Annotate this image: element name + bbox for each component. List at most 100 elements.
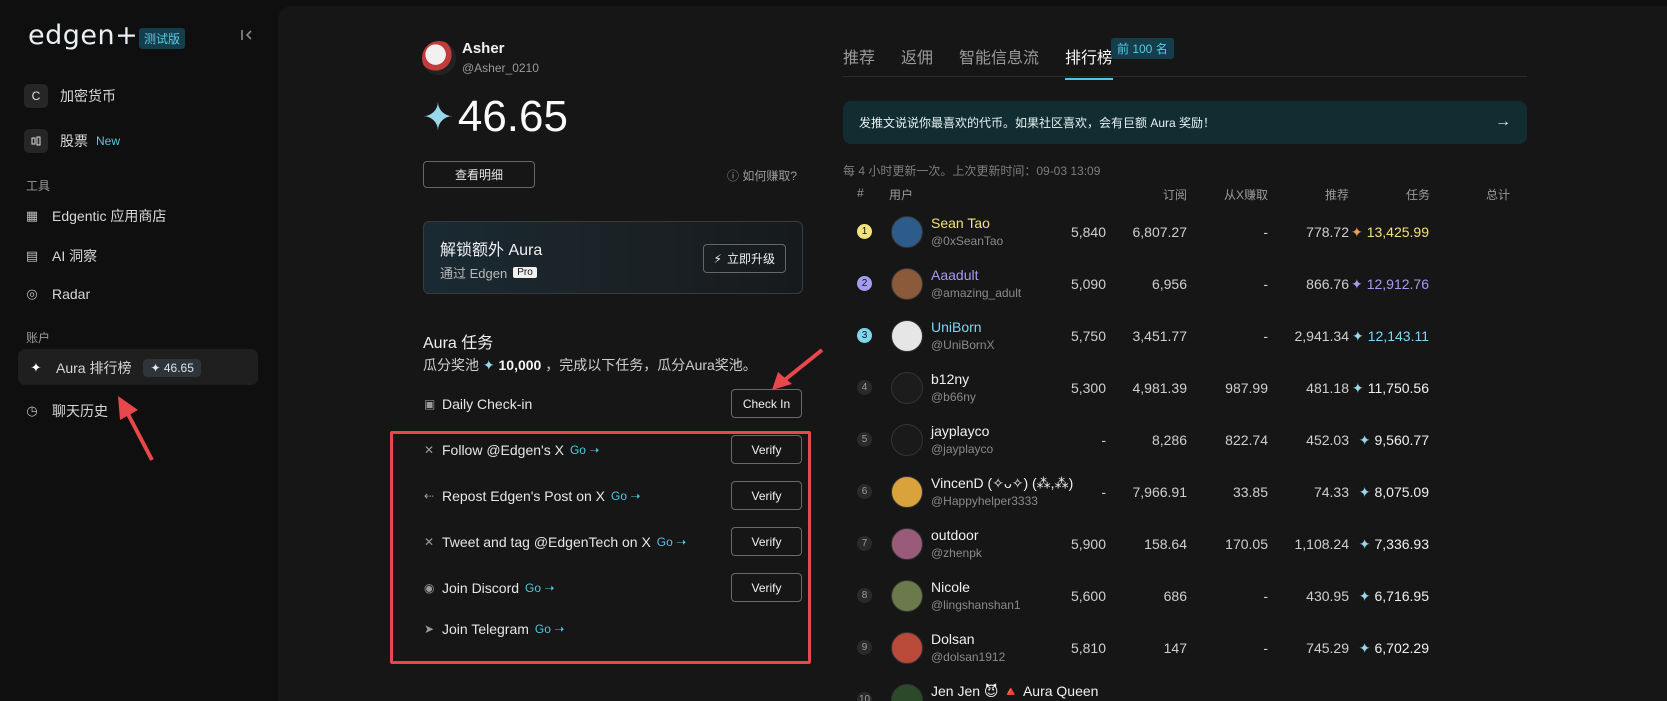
table-row[interactable]: 6 VincenD (✧ᴗ✧) (⁂,⁂) @Happyhelper3333 - 7,9… — [843, 466, 1527, 518]
sidebar-item-stocks[interactable]: 股票 New — [24, 129, 120, 153]
total-number: 6,716.95 — [1374, 588, 1430, 604]
user-name[interactable]: jayplayco — [931, 423, 989, 439]
task-label: Repost Edgen's Post on X — [442, 488, 605, 504]
banner-text: 发推文说说你最喜欢的代币。如果社区喜欢，会有巨额 Aura 奖励！ — [859, 116, 1216, 130]
task-value: 745.29 — [1306, 640, 1349, 656]
subscribe-value: 5,900 — [1070, 536, 1106, 552]
sidebar-item-crypto[interactable]: C 加密货币 — [24, 84, 116, 108]
sidebar-item-label: Radar — [52, 286, 91, 302]
user-name[interactable]: Aaadult — [931, 267, 978, 283]
sidebar-item-chat-history[interactable]: ◷ 聊天历史 — [24, 401, 108, 421]
total-number: 12,912.76 — [1366, 276, 1429, 292]
update-note: 每 4 小时更新一次。上次更新时间：09-03 13:09 — [843, 164, 1101, 178]
verify-button[interactable]: Verify — [731, 527, 802, 556]
user-handle: @lingshanshan1 — [931, 598, 1021, 612]
verify-button[interactable]: Verify — [731, 481, 802, 510]
table-row[interactable]: 5 jayplayco @jayplayco - 8,286 822.74 452.03 ✦ 9… — [843, 414, 1527, 466]
table-row[interactable]: 9 Dolsan @dolsan1912 5,810 147 - 745.29 ✦ 6,702.… — [843, 622, 1527, 674]
sidebar-item-aura-leaderboard[interactable]: ✦ Aura 排行榜 ✦ 46.65 — [28, 358, 201, 378]
avatar[interactable] — [891, 684, 923, 701]
x-logo-icon: ✕ — [424, 535, 435, 549]
referral-value: - — [1263, 588, 1268, 604]
avatar[interactable] — [891, 372, 923, 404]
aura-score-value: 46.65 — [163, 361, 194, 375]
avatar[interactable] — [891, 580, 923, 612]
subscribe-value: 5,300 — [1070, 380, 1106, 396]
earn-x-value: 3,451.77 — [1132, 328, 1188, 344]
task-value: 866.76 — [1306, 276, 1349, 292]
verify-button[interactable]: Verify — [731, 573, 802, 602]
rank-badge: 8 — [857, 588, 872, 603]
user-handle: @0xSeanTao — [931, 234, 1004, 248]
verify-button[interactable]: Verify — [731, 435, 802, 464]
x-logo-icon: ✕ — [424, 443, 435, 457]
user-name[interactable]: VincenD (✧ᴗ✧) (⁂,⁂) — [931, 475, 1073, 492]
total-value: ✦ 12,912.76 — [1351, 276, 1429, 293]
table-row[interactable]: 2 Aaadult @amazing_adult 5,090 6,956 - 866.76 ✦… — [843, 258, 1527, 310]
unlock-title: 解锁额外 Aura — [440, 242, 543, 259]
user-handle: @amazing_adult — [931, 286, 1022, 300]
tab-smart-feed[interactable]: 智能信息流 — [959, 44, 1039, 80]
go-link[interactable]: Go ➝ — [570, 443, 599, 457]
sidebar-item-label: Edgentic 应用商店 — [52, 208, 167, 224]
total-value: ✦ 13,425.99 — [1351, 224, 1429, 241]
table-row[interactable]: 10 Jen Jen 😈 🔺 Aura Queen — [843, 674, 1527, 701]
go-link[interactable]: Go ➝ — [525, 581, 554, 595]
user-name[interactable]: UniBorn — [931, 319, 982, 335]
earn-x-value: 4,981.39 — [1132, 380, 1188, 396]
upgrade-button[interactable]: ⚡ 立即升级 — [702, 244, 786, 273]
check-in-button[interactable]: Check In — [731, 389, 802, 418]
table-row[interactable]: 8 Nicole @lingshanshan1 5,600 686 - 430.95 ✦ 6,7… — [843, 570, 1527, 622]
tasks-description: 瓜分奖池 ✦ 10,000 ，完成以下任务，瓜分Aura奖池。 — [423, 355, 757, 375]
table-row[interactable]: 1 Sean Tao @0xSeanTao 5,840 6,807.27 - 778.72 ✦… — [843, 206, 1527, 258]
sparkle-icon: ✦ — [1358, 536, 1371, 552]
avatar[interactable] — [891, 528, 923, 560]
go-label: Go — [534, 622, 551, 636]
go-link[interactable]: Go ➝ — [611, 489, 640, 503]
user-name[interactable]: Nicole — [931, 579, 970, 595]
collapse-sidebar-icon[interactable] — [240, 28, 256, 44]
user-name[interactable]: Sean Tao — [931, 215, 990, 231]
app-logo[interactable]: edgen+ — [28, 20, 138, 51]
user-name[interactable]: outdoor — [931, 527, 978, 543]
total-value: ✦ 6,702.29 — [1359, 640, 1429, 657]
earn-x-value: 6,956 — [1151, 276, 1187, 292]
go-link[interactable]: Go ➝ — [535, 622, 564, 636]
sidebar-item-radar[interactable]: ◎ Radar — [24, 286, 90, 302]
tab-leaderboard[interactable]: 排行榜 — [1065, 44, 1114, 80]
task-label: Join Discord — [442, 580, 520, 596]
table-row[interactable]: 7 outdoor @zhenpk 5,900 158.64 170.05 1,108.24… — [843, 518, 1527, 570]
avatar[interactable] — [891, 424, 923, 456]
go-label: Go — [569, 443, 586, 457]
avatar[interactable] — [891, 268, 923, 300]
arrow-right-icon[interactable]: → — [1495, 113, 1511, 131]
sidebar-item-ai-insight[interactable]: ▤ AI 洞察 — [24, 246, 97, 266]
sidebar-item-app-store[interactable]: ▦ Edgentic 应用商店 — [24, 206, 167, 226]
calendar-icon: ▣ — [424, 397, 436, 411]
table-row[interactable]: 4 b12ny @b66ny 5,300 4,981.39 987.99 481.18 ✦ 11… — [843, 362, 1527, 414]
view-details-button[interactable]: 查看明细 — [423, 161, 535, 188]
sidebar-item-label: 股票 — [60, 133, 88, 149]
user-name[interactable]: Dolsan — [931, 631, 975, 647]
radar-icon: ◎ — [26, 286, 38, 301]
table-row[interactable]: 3 UniBorn @UniBornX 5,750 3,451.77 - 2,941.34 ✦… — [843, 310, 1527, 362]
task-label: Join Telegram — [442, 621, 529, 637]
subscribe-value: 5,840 — [1070, 224, 1106, 240]
avatar[interactable] — [891, 216, 923, 248]
promo-banner[interactable]: 发推文说说你最喜欢的代币。如果社区喜欢，会有巨额 Aura 奖励！ → — [843, 101, 1527, 144]
user-name[interactable]: Jen Jen 😈 🔺 Aura Queen — [931, 683, 1098, 700]
tab-rebate[interactable]: 返佣 — [901, 44, 933, 80]
sidebar-item-label: 加密货币 — [60, 88, 116, 104]
tab-recommend[interactable]: 推荐 — [843, 44, 875, 80]
clock-icon: ◷ — [26, 403, 38, 418]
how-to-earn-link[interactable]: ⓘ 如何赚取? — [727, 167, 797, 184]
avatar[interactable] — [891, 476, 923, 508]
avatar[interactable] — [891, 632, 923, 664]
user-avatar[interactable] — [422, 41, 456, 75]
crypto-icon: C — [24, 84, 48, 108]
go-link[interactable]: Go ➝ — [657, 535, 686, 549]
user-name[interactable]: b12ny — [931, 371, 969, 387]
avatar[interactable] — [891, 320, 923, 352]
annotation-arrow — [772, 348, 824, 390]
aura-score: ✦ 46.65 — [422, 92, 568, 142]
